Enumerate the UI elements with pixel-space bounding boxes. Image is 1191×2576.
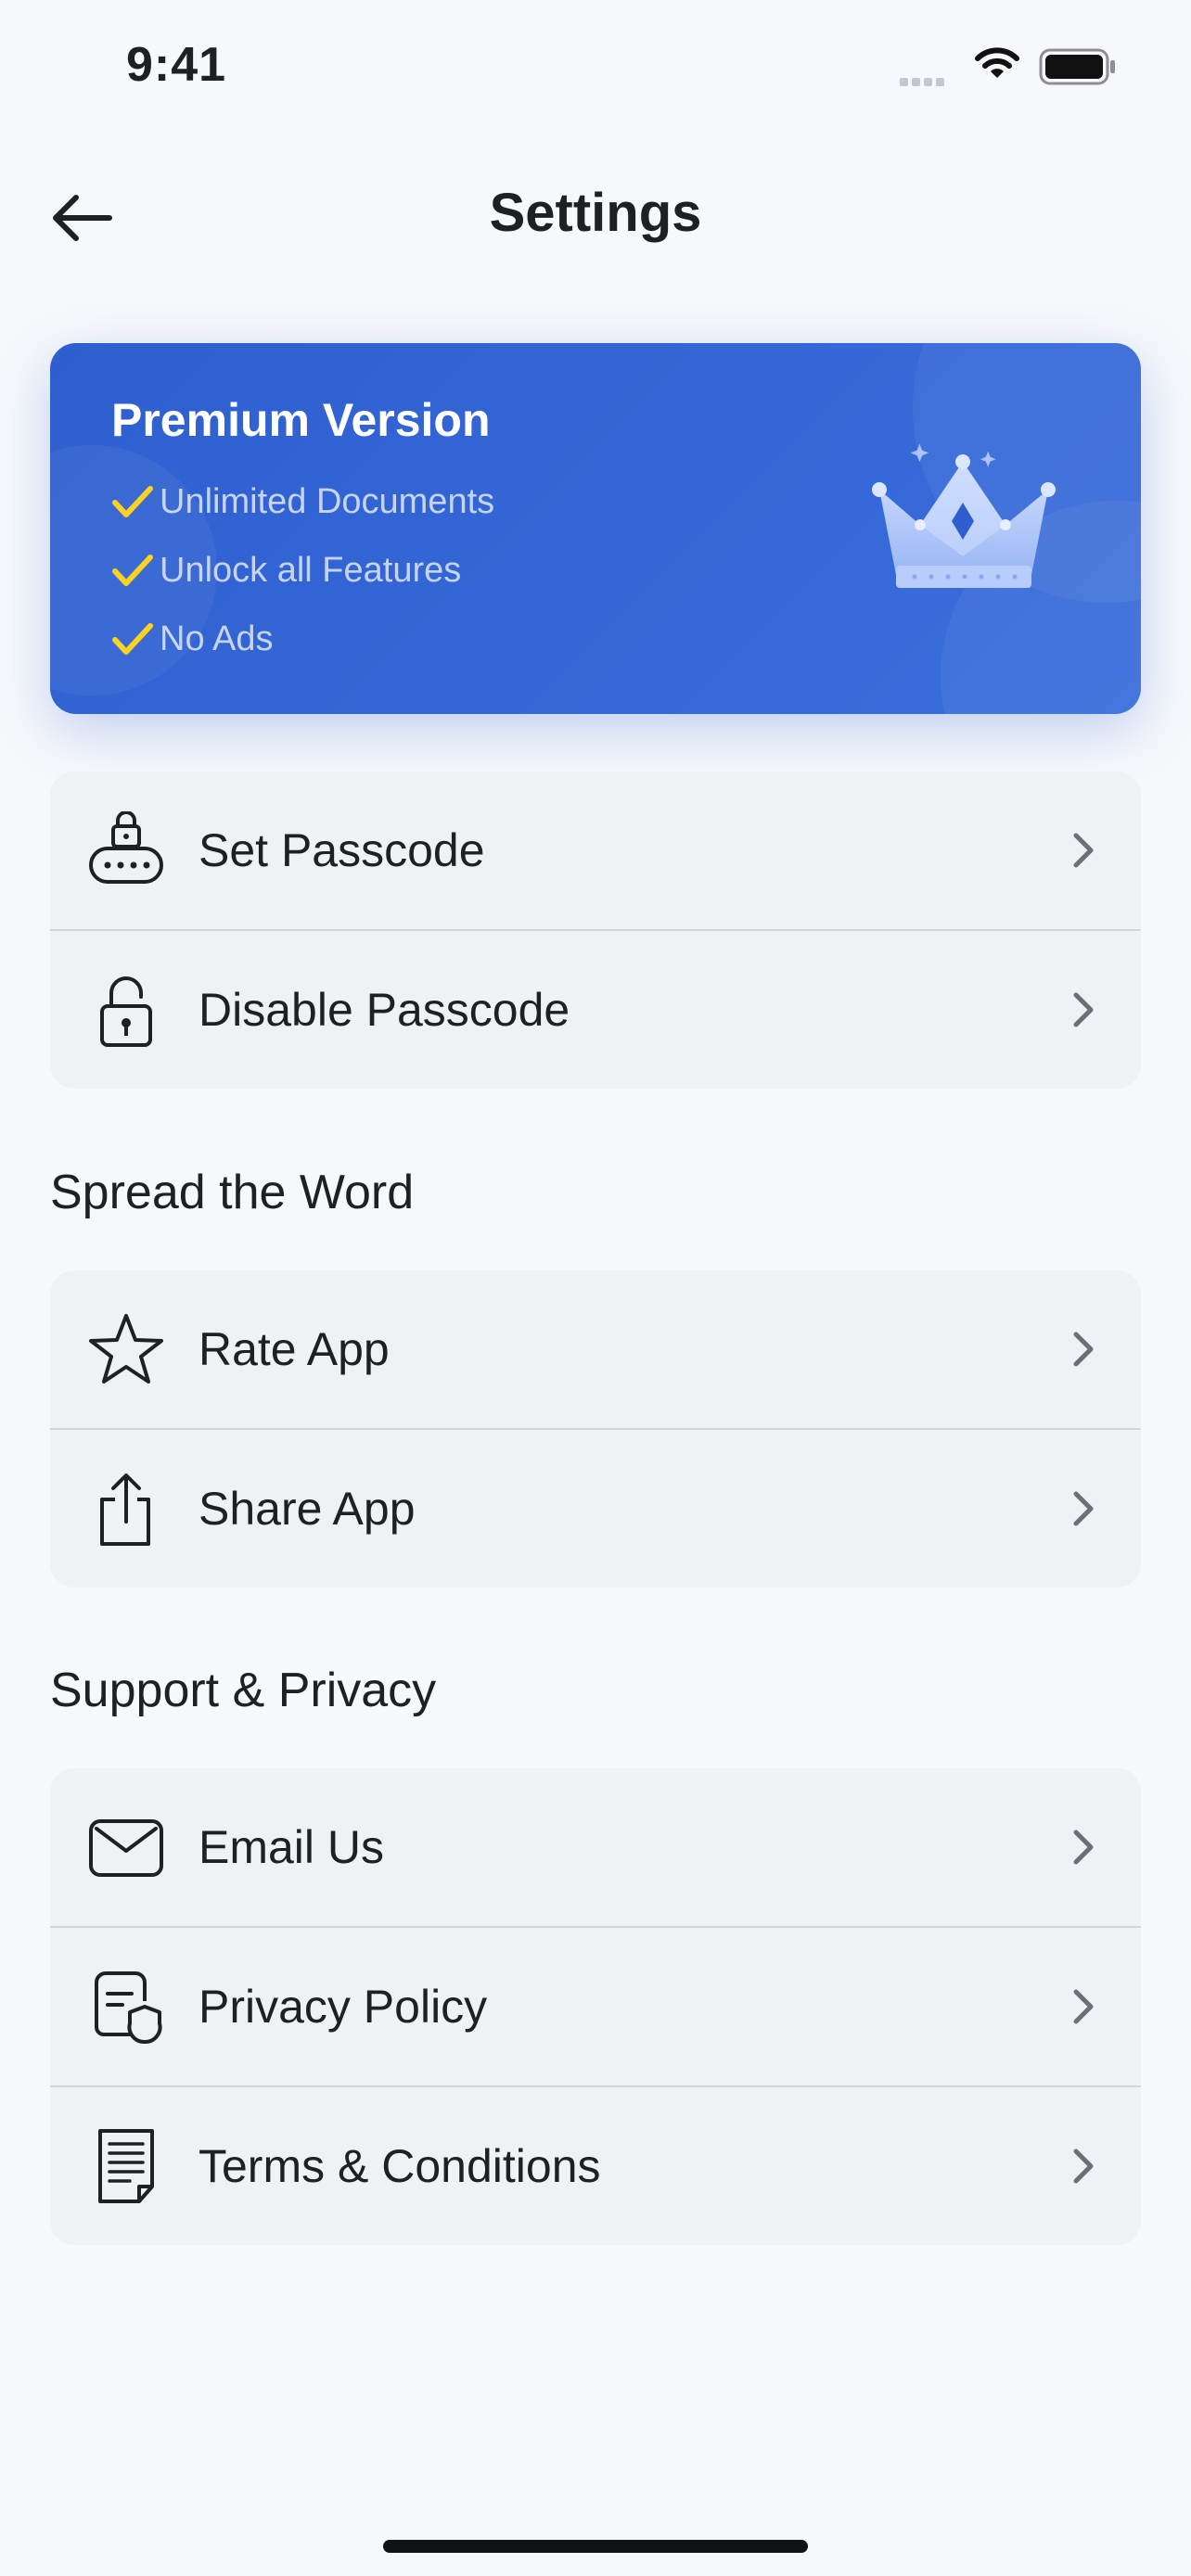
chevron-right-icon: [1065, 991, 1102, 1028]
spread-group: Rate App Share App: [50, 1270, 1141, 1588]
chevron-right-icon: [1065, 2148, 1102, 2185]
wifi-icon: [972, 45, 1022, 86]
premium-feature: Unlock all Features: [111, 551, 461, 591]
checkmark-icon: [111, 484, 154, 521]
row-label: Privacy Policy: [198, 1981, 488, 2033]
set-passcode-row[interactable]: Set Passcode: [50, 772, 1141, 929]
section-heading-support: Support & Privacy: [50, 1664, 437, 1717]
premium-feature: Unlimited Documents: [111, 482, 494, 522]
chevron-right-icon: [1065, 1829, 1102, 1866]
premium-feature-label: Unlock all Features: [160, 551, 462, 590]
chevron-right-icon: [1065, 1331, 1102, 1368]
premium-feature-label: Unlimited Documents: [160, 482, 495, 521]
privacy-shield-icon: [87, 1968, 165, 2046]
passcode-lock-icon: [87, 811, 165, 889]
support-group: Email Us Privacy Policy Terms & Conditio…: [50, 1768, 1141, 2245]
status-time: 9:41: [126, 38, 227, 92]
home-indicator[interactable]: [383, 2540, 808, 2553]
row-label: Disable Passcode: [198, 984, 570, 1036]
crown-icon: [866, 436, 1061, 607]
rate-app-row[interactable]: Rate App: [50, 1270, 1141, 1428]
section-heading-spread: Spread the Word: [50, 1166, 415, 1219]
share-icon: [87, 1470, 165, 1548]
premium-title: Premium Version: [111, 394, 491, 446]
row-label: Rate App: [198, 1323, 390, 1375]
checkmark-icon: [111, 553, 154, 590]
envelope-icon: [87, 1808, 165, 1886]
row-label: Terms & Conditions: [198, 2140, 601, 2192]
share-app-row[interactable]: Share App: [50, 1428, 1141, 1588]
premium-feature-label: No Ads: [160, 619, 274, 658]
checkmark-icon: [111, 621, 154, 658]
battery-icon: [1039, 48, 1117, 90]
disable-passcode-row[interactable]: Disable Passcode: [50, 929, 1141, 1089]
signal-icon: [900, 74, 948, 91]
row-label: Email Us: [198, 1821, 385, 1873]
row-label: Set Passcode: [198, 824, 485, 876]
chevron-right-icon: [1065, 832, 1102, 869]
chevron-right-icon: [1065, 1490, 1102, 1527]
document-icon: [87, 2127, 165, 2205]
email-us-row[interactable]: Email Us: [50, 1768, 1141, 1926]
terms-conditions-row[interactable]: Terms & Conditions: [50, 2085, 1141, 2245]
privacy-policy-row[interactable]: Privacy Policy: [50, 1926, 1141, 2085]
passcode-group: Set Passcode Disable Passcode: [50, 772, 1141, 1089]
row-label: Share App: [198, 1483, 416, 1535]
unlock-icon: [87, 971, 165, 1049]
page-title: Settings: [489, 183, 702, 243]
star-icon: [87, 1310, 165, 1388]
premium-banner[interactable]: Premium Version Unlimited Documents Unlo…: [50, 343, 1141, 714]
chevron-right-icon: [1065, 1988, 1102, 2025]
premium-feature: No Ads: [111, 619, 274, 659]
